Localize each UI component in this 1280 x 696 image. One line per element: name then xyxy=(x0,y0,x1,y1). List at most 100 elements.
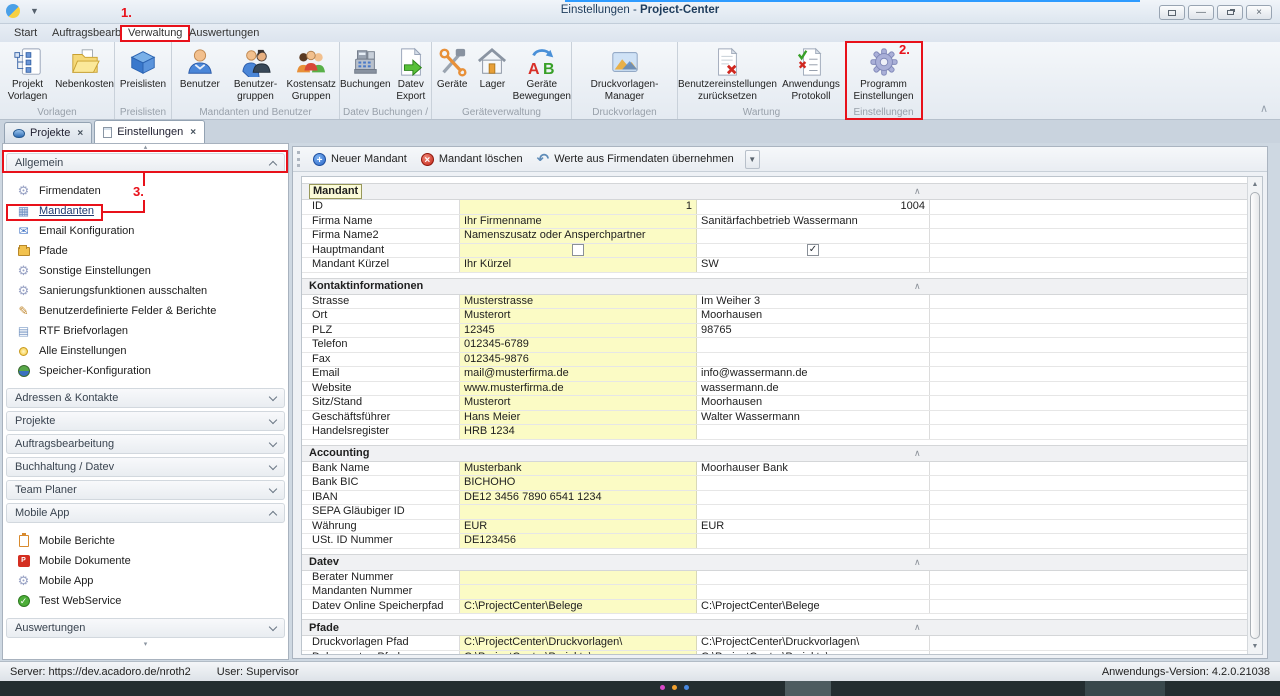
grid-section-header[interactable]: Pfade∧ xyxy=(302,619,1247,636)
taskbar-app-icon[interactable] xyxy=(672,685,677,690)
vertical-scrollbar[interactable]: ▲ ▼ xyxy=(1247,177,1262,654)
grid-section-header[interactable]: Kontaktinformationen∧ xyxy=(302,278,1247,295)
werte-uebernehmen-button[interactable]: ↶Werte aus Firmendaten übernehmen xyxy=(532,151,739,168)
toolbar-grip[interactable] xyxy=(297,151,300,167)
lager-button[interactable]: Lager xyxy=(472,42,512,106)
projekt-vorlagen-button[interactable]: Projekt Vorlagen xyxy=(0,42,55,106)
ribbon-tab-row: Start Auftragsbearbeitung Verwaltung Aus… xyxy=(0,24,1280,42)
sidebar-section-buchhaltung-datev[interactable]: Buchhaltung / Datev xyxy=(6,457,285,477)
sidebar-section-adressen-kontakte[interactable]: Adressen & Kontakte xyxy=(6,388,285,408)
ribbon-tab-auswertungen[interactable]: Auswertungen xyxy=(183,25,265,41)
sidebar-item-rtf-briefvorlagen[interactable]: RTF Briefvorlagen xyxy=(3,321,288,341)
image-icon xyxy=(610,45,640,79)
ribbon-group-label: Mandanten und Benutzer xyxy=(172,106,339,119)
sidebar-item-mobile-app[interactable]: Mobile App xyxy=(3,571,288,591)
ribbon-tab-start[interactable]: Start xyxy=(8,25,43,41)
grid-row: HandelsregisterHRB 1234 xyxy=(302,425,1247,440)
doc-tab-einstellungen[interactable]: Einstellungen × xyxy=(94,120,205,143)
ribbon-tab-verwaltung[interactable]: Verwaltung xyxy=(120,25,190,42)
taskbar-tray[interactable] xyxy=(1085,681,1165,696)
close-tab-icon[interactable]: × xyxy=(77,128,83,139)
minimize-button[interactable]: — xyxy=(1188,5,1214,20)
collapse-chevron-icon[interactable]: ∧ xyxy=(914,448,921,459)
close-button[interactable]: × xyxy=(1246,5,1272,20)
sidebar-item-mobile-dokumente[interactable]: PMobile Dokumente xyxy=(3,551,288,571)
sidebar-item-alle-einstellungen[interactable]: Alle Einstellungen xyxy=(3,341,288,361)
ribbon-collapse-icon[interactable]: ∧ xyxy=(1260,102,1268,115)
collapse-chevron-icon[interactable]: ∧ xyxy=(914,186,921,197)
collapse-chevron-icon[interactable]: ∧ xyxy=(914,281,921,292)
sidebar-item-speicher-konfiguration[interactable]: Speicher-Konfiguration xyxy=(3,361,288,381)
sidebar-scroll-up-icon[interactable]: ▴ xyxy=(3,144,288,152)
toolbar-overflow-button[interactable]: ▼ xyxy=(745,150,760,169)
sidebar-item-email-konfiguration[interactable]: Email Konfiguration xyxy=(3,221,288,241)
benutzer-button[interactable]: Benutzer xyxy=(172,42,228,106)
ribbon-group-label: Preislisten xyxy=(115,106,171,119)
sidebar-item-mandanten[interactable]: Mandanten xyxy=(3,201,288,221)
grid-section-header[interactable]: Mandant∧ xyxy=(302,183,1247,200)
grid-section-header[interactable]: Datev∧ xyxy=(302,554,1247,571)
sidebar-item-firmendaten[interactable]: Firmendaten xyxy=(3,181,288,201)
grid-row: Berater Nummer xyxy=(302,571,1247,586)
taskbar-button[interactable] xyxy=(785,681,831,696)
collapse-chevron-icon[interactable]: ∧ xyxy=(914,557,921,568)
fullscreen-button[interactable] xyxy=(1159,5,1185,20)
sidebar-section-projekte[interactable]: Projekte xyxy=(6,411,285,431)
checkbox-unchecked[interactable] xyxy=(572,244,584,256)
anwendungs-protokoll-button[interactable]: Anwendungs Protokoll xyxy=(777,42,845,106)
geraete-bewegungen-button[interactable]: AB Geräte Bewegungen xyxy=(513,42,571,106)
ribbon-group-datev-buchungen: Buchungen Datev Export Datev Buchungen /… xyxy=(340,42,432,119)
grid-row: OrtMusterortMoorhausen xyxy=(302,309,1247,324)
taskbar-app-icon[interactable] xyxy=(660,685,665,690)
nebenkosten-button[interactable]: Nebenkosten xyxy=(55,42,114,106)
doc-tab-projekte[interactable]: Projekte × xyxy=(4,122,92,143)
sidebar-section-mobile-app[interactable]: Mobile App xyxy=(6,503,285,523)
checkbox-checked[interactable]: ✓ xyxy=(807,244,819,256)
benutzereinstellungen-zuruecksetzen-button[interactable]: Benutzereinstellungen zurücksetzen xyxy=(678,42,777,106)
grid-row: Firma Name2Namenszusatz oder Ansperchpar… xyxy=(302,229,1247,244)
collapse-chevron-icon[interactable]: ∧ xyxy=(914,622,921,633)
druckvorlagen-manager-button[interactable]: Druckvorlagen-Manager xyxy=(572,42,677,106)
taskbar-app-icon[interactable] xyxy=(684,685,689,690)
sidebar-section-auftragsbearbeitung[interactable]: Auftragsbearbeitung xyxy=(6,434,285,454)
ribbon-group-label: Druckvorlagen xyxy=(572,106,677,119)
envelope-icon xyxy=(16,224,31,239)
sidebar-item-test-webservice[interactable]: ✓Test WebService xyxy=(3,591,288,611)
folder-icon xyxy=(70,45,100,79)
restore-button[interactable] xyxy=(1217,5,1243,20)
sidebar-scroll-down-icon[interactable]: ▾ xyxy=(3,641,288,649)
grid-row: IBANDE12 3456 7890 6541 1234 xyxy=(302,491,1247,506)
scroll-down-icon[interactable]: ▼ xyxy=(1248,643,1262,650)
sidebar-item-mobile-berichte[interactable]: Mobile Berichte xyxy=(3,531,288,551)
sidebar-section-auswertungen[interactable]: Auswertungen xyxy=(6,618,285,638)
chevron-down-icon xyxy=(269,415,277,423)
sidebar-item-sanierungsfunktionen[interactable]: Sanierungsfunktionen ausschalten xyxy=(3,281,288,301)
grid-section-header[interactable]: Accounting∧ xyxy=(302,445,1247,462)
geraete-button[interactable]: Geräte xyxy=(432,42,472,106)
sidebar-item-sonstige-einstellungen[interactable]: Sonstige Einstellungen xyxy=(3,261,288,281)
settings-page-icon xyxy=(103,127,112,138)
cost-group-icon xyxy=(296,45,326,79)
sidebar-item-pfade[interactable]: Pfade xyxy=(3,241,288,261)
sidebar-section-allgemein[interactable]: Allgemein xyxy=(6,153,285,173)
mandant-loeschen-button[interactable]: ×Mandant löschen xyxy=(416,151,528,168)
grid-row: Sitz/StandMusterortMoorhausen xyxy=(302,396,1247,411)
buchungen-button[interactable]: Buchungen xyxy=(340,42,391,106)
gear-icon xyxy=(16,284,31,299)
preislisten-button[interactable]: Preislisten xyxy=(115,42,171,106)
sidebar-item-benutzerdefinierte-felder[interactable]: Benutzerdefinierte Felder & Berichte xyxy=(3,301,288,321)
annotation-step-2: 2. xyxy=(899,42,910,57)
datev-export-button[interactable]: Datev Export xyxy=(391,42,431,106)
sidebar-section-team-planer[interactable]: Team Planer xyxy=(6,480,285,500)
kostensatz-gruppen-button[interactable]: Kostensatz Gruppen xyxy=(283,42,339,106)
scrollbar-thumb[interactable] xyxy=(1250,192,1260,639)
benutzergruppen-button[interactable]: Benutzer- gruppen xyxy=(228,42,284,106)
windows-taskbar[interactable] xyxy=(0,681,1280,696)
neuer-mandant-button[interactable]: +Neuer Mandant xyxy=(308,151,412,168)
close-tab-icon[interactable]: × xyxy=(190,127,196,138)
annotation-line xyxy=(103,211,145,213)
grid-row: Bank BICBICHOHO xyxy=(302,476,1247,491)
grid-section-kontaktinformationen: Kontaktinformationen∧ StrasseMusterstras… xyxy=(302,278,1247,440)
gear-icon xyxy=(16,184,31,199)
scroll-up-icon[interactable]: ▲ xyxy=(1248,181,1262,188)
